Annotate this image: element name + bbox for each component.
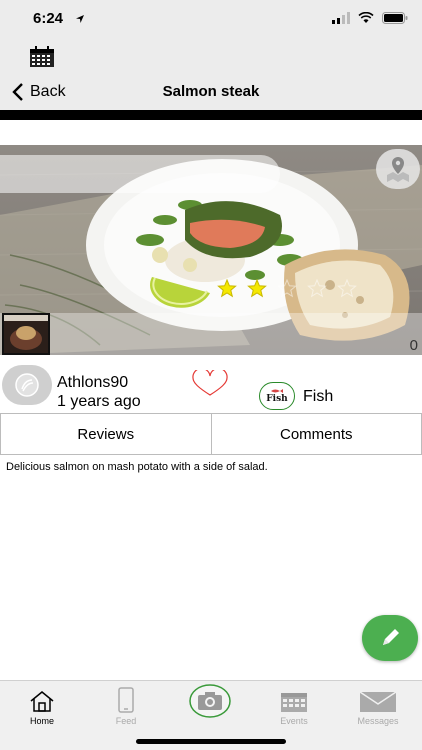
tab-home[interactable]: Home (0, 683, 84, 726)
star-filled-icon (217, 279, 237, 298)
tab-feed-label: Feed (115, 716, 137, 726)
post-description: Delicious salmon on mash potato with a s… (6, 461, 268, 473)
food-photo[interactable]: 0 (0, 145, 422, 355)
tab-comments[interactable]: Comments (211, 413, 422, 455)
photo-strip (0, 313, 422, 355)
search-overlay[interactable] (0, 155, 280, 193)
photo-thumbnail[interactable] (2, 313, 50, 355)
signal-icon (332, 12, 350, 24)
star-empty-icon (337, 279, 357, 298)
home-indicator (136, 739, 286, 744)
heart-icon (192, 367, 228, 396)
calendar-button[interactable] (29, 46, 55, 68)
tab-events[interactable]: Events (252, 683, 336, 726)
tab-events-label: Events (280, 716, 308, 726)
thumbnail-image (4, 315, 48, 353)
post-author-row: Athlons90 1 years ago Fish Fish (0, 362, 422, 412)
avatar[interactable] (2, 365, 52, 405)
tab-group: Reviews Comments (0, 413, 422, 455)
tab-camera[interactable] (168, 683, 252, 719)
status-bar: 6:24 (0, 0, 422, 40)
map-pin-icon (387, 157, 409, 182)
map-button[interactable] (376, 149, 420, 189)
star-empty-icon (307, 279, 327, 298)
page-title: Salmon steak (162, 83, 260, 100)
wifi-icon (358, 12, 374, 23)
phone-icon (118, 687, 134, 713)
tab-reviews[interactable]: Reviews (0, 413, 212, 455)
avatar-placeholder-icon (15, 373, 39, 397)
category-badge: Fish (259, 382, 295, 410)
photo-count: 0 (409, 337, 418, 354)
battery-icon (382, 12, 408, 24)
star-filled-icon (247, 279, 267, 298)
username[interactable]: Athlons90 (57, 374, 128, 392)
divider-bar (0, 110, 422, 120)
category-badge-label: Fish (266, 394, 288, 404)
navigation-bar: Back Salmon steak (0, 40, 422, 110)
post-time-ago: 1 years ago (57, 393, 141, 410)
tab-messages[interactable]: Messages (336, 683, 420, 726)
camera-icon (189, 684, 231, 718)
envelope-icon (359, 691, 397, 712)
like-button[interactable] (191, 367, 229, 403)
tab-messages-label: Messages (357, 716, 399, 726)
star-rating (217, 279, 357, 298)
category-label: Fish (303, 388, 334, 405)
location-arrow-icon (76, 15, 84, 23)
edit-button[interactable] (362, 615, 418, 661)
status-time: 6:24 (33, 10, 64, 27)
calendar-icon (30, 46, 54, 67)
star-empty-icon (277, 279, 297, 298)
home-icon (30, 691, 54, 712)
pencil-icon (383, 629, 399, 645)
tab-home-label: Home (29, 716, 54, 726)
tab-feed[interactable]: Feed (84, 683, 168, 726)
calendar-icon (281, 693, 307, 712)
